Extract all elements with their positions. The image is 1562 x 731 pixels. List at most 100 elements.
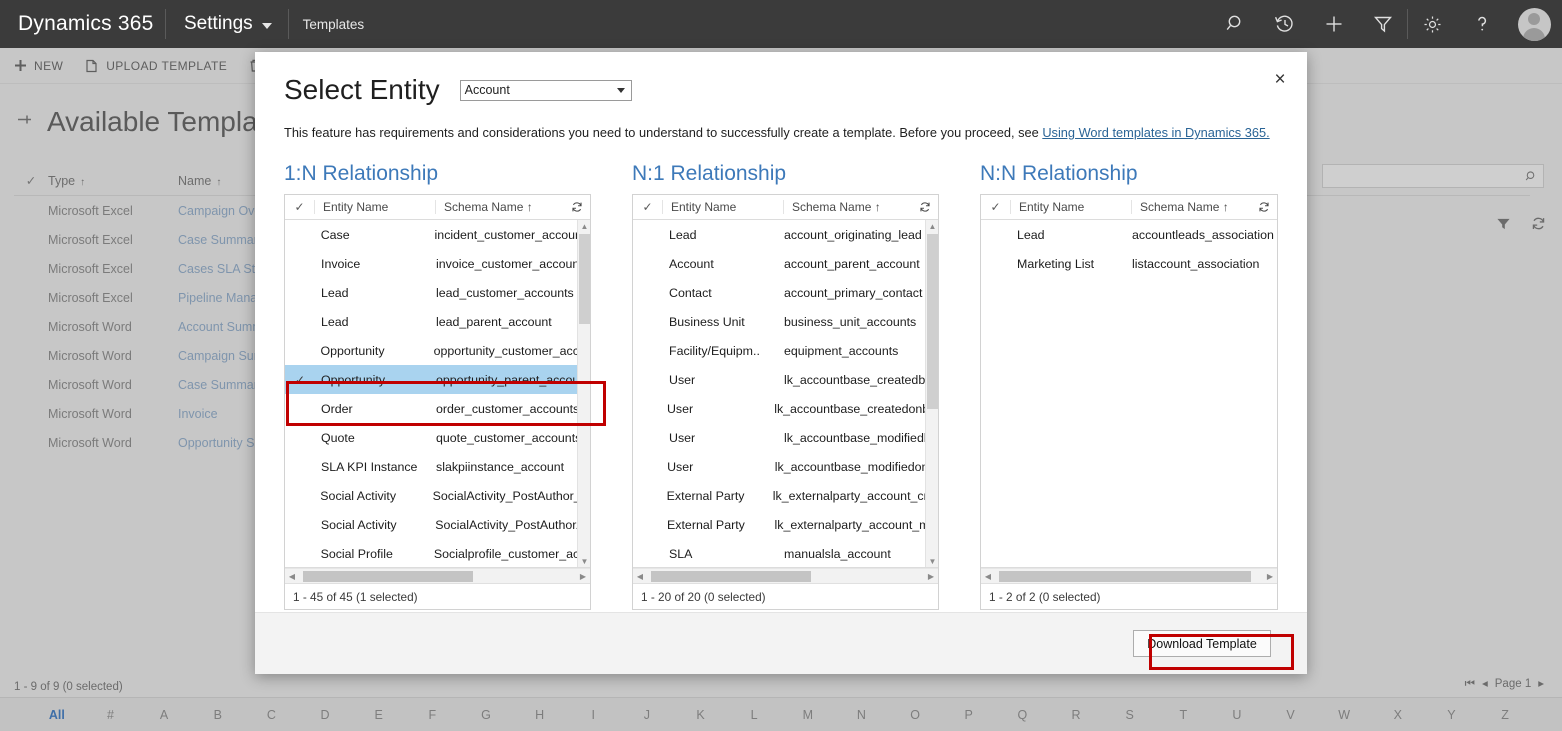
list-item[interactable]: Order order_customer_accounts	[285, 394, 590, 423]
column-header-schema-name[interactable]: Schema Name ↑	[1132, 200, 1251, 214]
list-item[interactable]: Lead lead_customer_accounts	[285, 278, 590, 307]
alpha-filter-hash[interactable]: #	[84, 708, 138, 722]
entity-select-dropdown[interactable]: Account	[459, 79, 632, 101]
scroll-up-arrow-icon[interactable]: ▲	[926, 220, 938, 233]
download-template-button[interactable]: Download Template	[1133, 630, 1271, 657]
search-icon[interactable]	[1211, 0, 1260, 48]
alpha-filter-h[interactable]: H	[513, 708, 567, 722]
alpha-filter-x[interactable]: X	[1371, 708, 1425, 722]
list-item[interactable]: Facility/Equipm.. equipment_accounts	[633, 336, 938, 365]
list-item[interactable]: Account account_parent_account	[633, 249, 938, 278]
alpha-filter-f[interactable]: F	[405, 708, 459, 722]
list-item[interactable]: Opportunity opportunity_customer_accou	[285, 336, 591, 365]
refresh-icon[interactable]	[564, 201, 590, 213]
first-page-icon[interactable]: ⏮	[1465, 678, 1475, 691]
alpha-filter-p[interactable]: P	[942, 708, 996, 722]
list-item[interactable]: External Party lk_externalparty_account_c…	[633, 481, 938, 510]
list-item[interactable]: Social Activity SocialActivity_PostAuthor…	[285, 510, 590, 539]
scrollbar-thumb[interactable]	[579, 234, 590, 325]
scroll-right-arrow-icon[interactable]: ▶	[1263, 569, 1277, 584]
select-all-checkbox-icon[interactable]: ✓	[633, 200, 663, 215]
alpha-filter-w[interactable]: W	[1317, 708, 1371, 722]
alpha-filter-l[interactable]: L	[727, 708, 781, 722]
alpha-filter-j[interactable]: J	[620, 708, 674, 722]
alpha-filter-all[interactable]: All	[30, 708, 84, 722]
upload-template-button[interactable]: UPLOAD TEMPLATE	[85, 59, 227, 73]
scroll-left-arrow-icon[interactable]: ◀	[633, 569, 647, 584]
scrollbar-track[interactable]	[299, 569, 576, 584]
avatar[interactable]	[1506, 7, 1562, 41]
scrollbar-thumb-horizontal[interactable]	[303, 570, 473, 582]
brand-logo[interactable]: Dynamics 365	[0, 0, 165, 48]
column-header-schema-name[interactable]: Schema Name ↑	[436, 200, 564, 214]
list-item[interactable]: User lk_accountbase_modifiedonbeh	[633, 452, 938, 481]
scrollbar-thumb[interactable]	[927, 234, 938, 410]
scroll-up-arrow-icon[interactable]: ▲	[578, 220, 590, 233]
history-icon[interactable]	[1260, 0, 1309, 48]
close-icon[interactable]: ×	[1265, 64, 1295, 94]
alpha-filter-b[interactable]: B	[191, 708, 245, 722]
list-item[interactable]: Quote quote_customer_accounts	[285, 423, 590, 452]
row-checkbox[interactable]: ✓	[285, 373, 315, 387]
list-item[interactable]: SLA KPI Instance slakpiinstance_account	[285, 452, 590, 481]
alpha-filter-q[interactable]: Q	[996, 708, 1050, 722]
alpha-filter-z[interactable]: Z	[1478, 708, 1532, 722]
list-item[interactable]: ✓ Opportunity opportunity_parent_account	[285, 365, 590, 395]
alpha-filter-t[interactable]: T	[1156, 708, 1210, 722]
alpha-filter-v[interactable]: V	[1264, 708, 1318, 722]
list-item[interactable]: Contact account_primary_contact	[633, 278, 938, 307]
horizontal-scrollbar[interactable]: ◀ ▶	[285, 568, 590, 584]
alpha-filter-a[interactable]: A	[137, 708, 191, 722]
list-item[interactable]: Lead lead_parent_account	[285, 307, 590, 336]
alpha-filter-r[interactable]: R	[1049, 708, 1103, 722]
page-breadcrumb[interactable]: Templates	[289, 0, 379, 48]
alpha-filter-c[interactable]: C	[245, 708, 299, 722]
list-item[interactable]: Social Activity SocialActivity_PostAuthor…	[285, 481, 590, 510]
module-switcher[interactable]: Settings	[166, 0, 288, 48]
grid-refresh-icon[interactable]	[1531, 216, 1546, 236]
scroll-left-arrow-icon[interactable]: ◀	[981, 569, 995, 584]
list-item[interactable]: User lk_accountbase_createdonbeha	[633, 394, 938, 423]
alpha-filter-y[interactable]: Y	[1425, 708, 1479, 722]
pin-icon[interactable]	[16, 111, 33, 133]
scroll-right-arrow-icon[interactable]: ▶	[924, 569, 938, 584]
select-all-checkbox-icon[interactable]: ✓	[981, 200, 1011, 215]
alpha-filter-k[interactable]: K	[674, 708, 728, 722]
scrollbar-track[interactable]	[995, 569, 1263, 584]
word-templates-help-link[interactable]: Using Word templates in Dynamics 365.	[1042, 125, 1269, 140]
list-item[interactable]: SLA manualsla_account	[633, 539, 938, 567]
alpha-filter-g[interactable]: G	[459, 708, 513, 722]
next-page-icon[interactable]: ▸	[1538, 678, 1544, 691]
scroll-down-arrow-icon[interactable]: ▼	[926, 555, 938, 567]
alpha-filter-d[interactable]: D	[298, 708, 352, 722]
scroll-left-arrow-icon[interactable]: ◀	[285, 569, 299, 584]
select-all-checkbox[interactable]: ✓	[14, 173, 48, 188]
list-item[interactable]: Marketing List listaccount_association	[981, 249, 1277, 278]
scrollbar-thumb-horizontal[interactable]	[651, 570, 811, 582]
horizontal-scrollbar[interactable]: ◀ ▶	[633, 568, 938, 584]
list-item[interactable]: User lk_accountbase_createdby	[633, 365, 938, 394]
column-header-entity-name[interactable]: Entity Name	[663, 200, 784, 215]
list-item[interactable]: User lk_accountbase_modifiedby	[633, 423, 938, 452]
alpha-filter-s[interactable]: S	[1103, 708, 1157, 722]
column-header-entity-name[interactable]: Entity Name	[1011, 200, 1132, 215]
column-header-schema-name[interactable]: Schema Name ↑	[784, 200, 912, 214]
settings-gear-icon[interactable]	[1408, 0, 1457, 48]
vertical-scrollbar[interactable]: ▲ ▼	[925, 220, 938, 568]
advanced-find-icon[interactable]	[1358, 0, 1407, 48]
list-item[interactable]: Lead account_originating_lead	[633, 220, 938, 249]
column-header-entity-name[interactable]: Entity Name	[315, 200, 436, 215]
list-item[interactable]: External Party lk_externalparty_account_m…	[633, 510, 938, 539]
list-item[interactable]: Social Profile Socialprofile_customer_acc…	[285, 539, 590, 567]
list-item[interactable]: Case incident_customer_accounts	[285, 220, 590, 249]
scroll-down-arrow-icon[interactable]: ▼	[578, 555, 590, 567]
alpha-filter-n[interactable]: N	[835, 708, 889, 722]
quick-create-icon[interactable]	[1309, 0, 1358, 48]
list-item[interactable]: Invoice invoice_customer_accounts	[285, 249, 590, 278]
help-icon[interactable]	[1457, 0, 1506, 48]
select-all-checkbox-icon[interactable]: ✓	[285, 200, 315, 215]
refresh-icon[interactable]	[912, 201, 938, 213]
alpha-filter-m[interactable]: M	[781, 708, 835, 722]
new-button[interactable]: NEW	[14, 59, 63, 73]
alpha-filter-e[interactable]: E	[352, 708, 406, 722]
